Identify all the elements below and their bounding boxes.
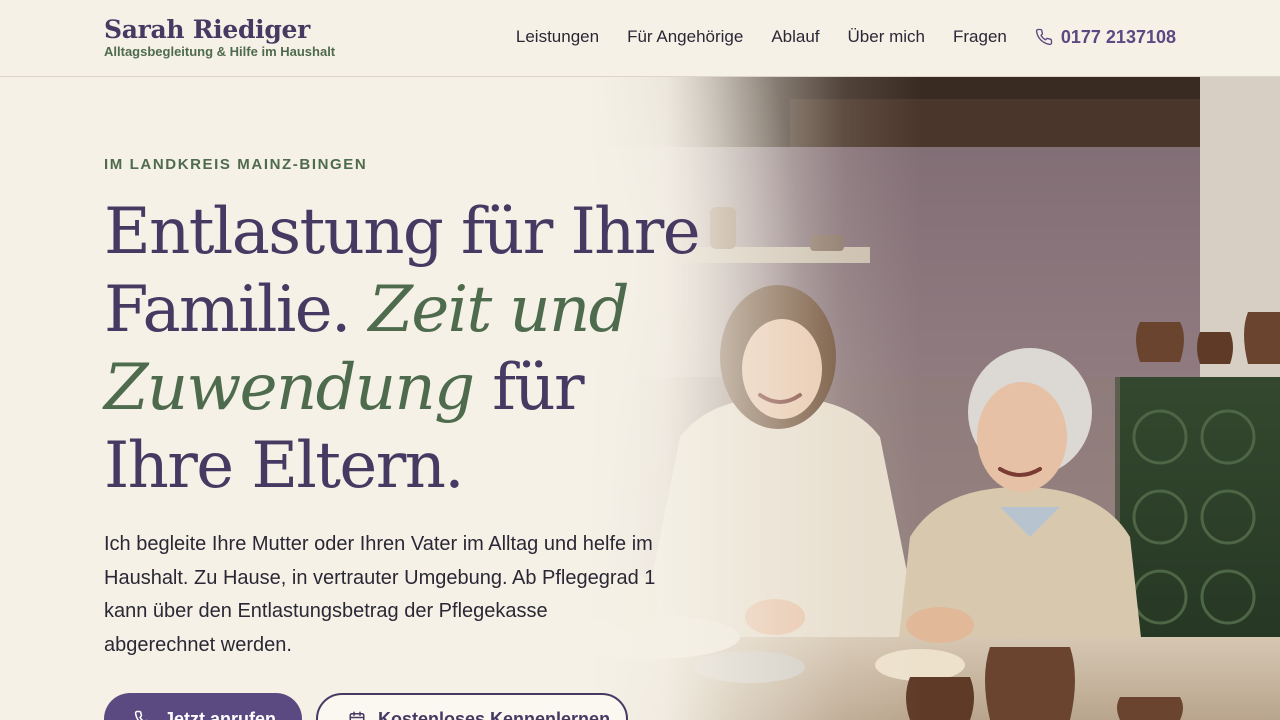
hero-section: IM LANDKREIS MAINZ-BINGEN Entlastung für… — [0, 77, 1280, 720]
phone-icon — [134, 710, 148, 720]
call-now-label: Jetzt anrufen — [164, 708, 277, 720]
hero-lead: Ich begleite Ihre Mutter oder Ihren Vate… — [104, 533, 656, 656]
main-nav: Leistungen Für Angehörige Ablauf Über mi… — [488, 25, 1176, 49]
hero-eyebrow: IM LANDKREIS MAINZ-BINGEN — [104, 156, 368, 173]
call-now-button[interactable]: Jetzt anrufen — [104, 693, 302, 720]
nav-phone-link[interactable]: 0177 2137108 — [1035, 25, 1176, 49]
brand-logo[interactable]: Sarah Riediger Alltagsbegleitung & Hilfe… — [104, 15, 335, 59]
nav-link-ablauf[interactable]: Ablauf — [771, 25, 819, 49]
phone-icon — [1035, 28, 1053, 46]
free-meeting-button[interactable]: Kostenloses Kennenlernen — [316, 693, 628, 720]
phone-number: 0177 2137108 — [1060, 27, 1176, 47]
brand-name: Sarah Riediger — [104, 15, 311, 44]
nav-link-ueber-mich[interactable]: Über mich — [848, 25, 925, 49]
hero-cta-row: Jetzt anrufen Kostenloses Kennenlernen — [104, 693, 628, 720]
site-header: Sarah Riediger Alltagsbegleitung & Hilfe… — [0, 0, 1280, 77]
free-meeting-label: Kostenloses Kennenlernen — [378, 708, 611, 720]
nav-link-fragen[interactable]: Fragen — [953, 25, 1007, 49]
nav-link-angehoerige[interactable]: Für Angehörige — [627, 25, 743, 49]
brand-tagline: Alltagsbegleitung & Hilfe im Haushalt — [104, 44, 336, 59]
hero-headline: Entlastung für Ihre Familie. Zeit und Zu… — [104, 193, 704, 505]
calendar-icon — [349, 711, 365, 720]
nav-link-leistungen[interactable]: Leistungen — [516, 25, 599, 49]
